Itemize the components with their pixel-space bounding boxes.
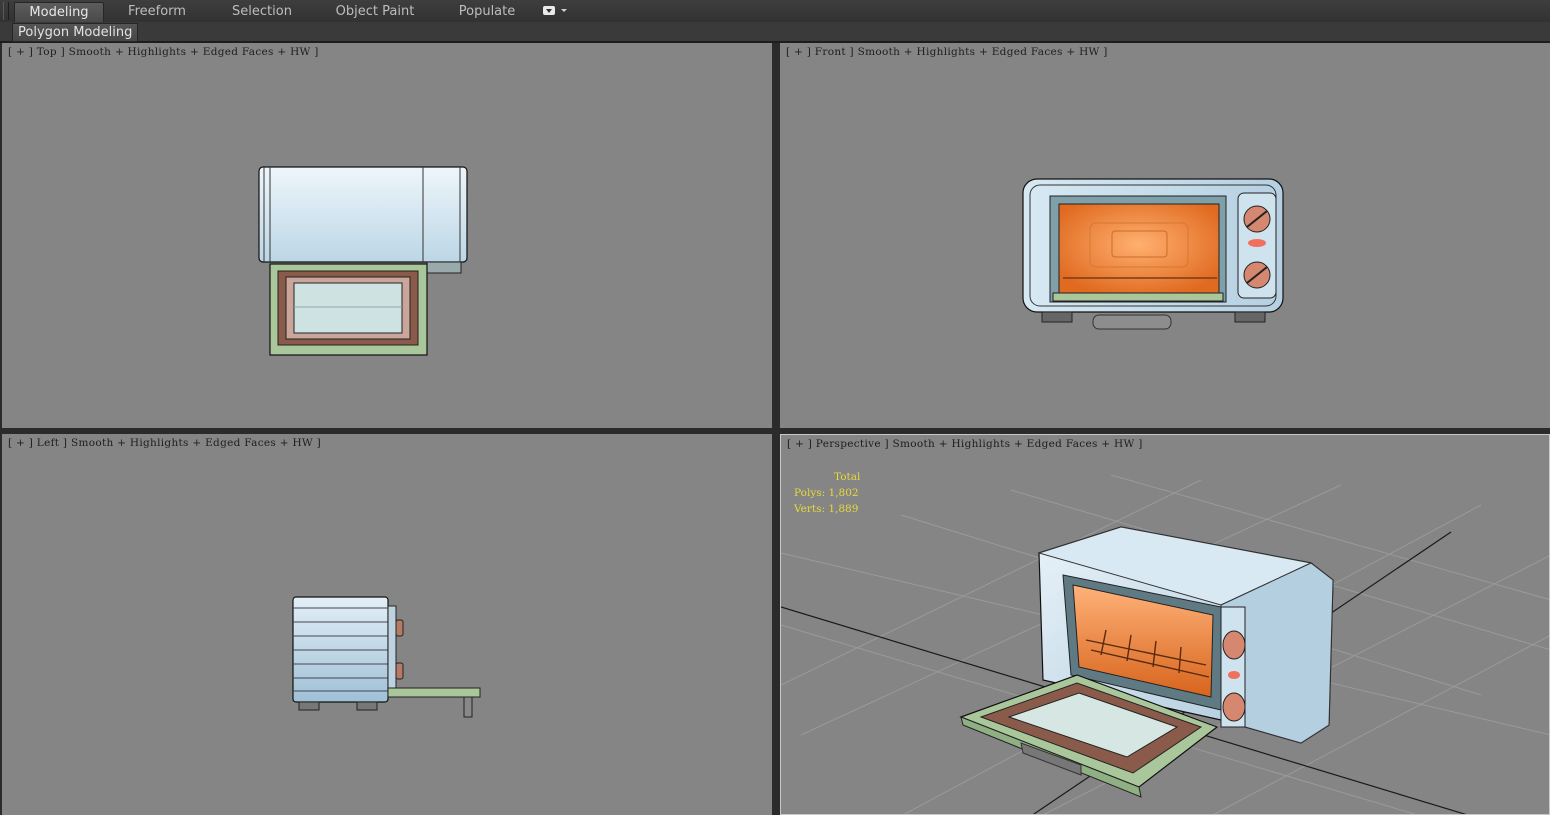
perspective-view-canvas: [781, 474, 1549, 814]
toaster-oven-left-model: [292, 596, 481, 718]
tab-object-paint[interactable]: Object Paint: [330, 2, 420, 21]
ribbon-options-dropdown[interactable]: [541, 4, 571, 19]
viewport-dropdown-icon: [543, 6, 555, 15]
left-view-canvas: [292, 596, 481, 718]
toaster-oven-front-model: [1022, 178, 1284, 330]
ribbon-tab-bar: Modeling Freeform Selection Object Paint…: [0, 0, 1550, 23]
ribbon-grip[interactable]: [3, 2, 9, 20]
tab-populate[interactable]: Populate: [452, 2, 522, 21]
toaster-oven-top-model: [258, 166, 468, 356]
chevron-down-icon: [561, 9, 567, 12]
viewport-top[interactable]: [ + ] Top ] Smooth + Highlights + Edged …: [2, 43, 772, 428]
polygon-modeling-panel-button[interactable]: Polygon Modeling: [12, 23, 139, 42]
toaster-oven-perspective-model: [959, 526, 1334, 798]
tab-selection[interactable]: Selection: [222, 2, 302, 21]
top-view-canvas: [258, 166, 468, 356]
viewport-front[interactable]: [ + ] Front ] Smooth + Highlights + Edge…: [780, 43, 1550, 428]
front-view-canvas: [1022, 178, 1284, 330]
tab-modeling[interactable]: Modeling: [14, 2, 104, 22]
ribbon-panel-bar: Polygon Modeling: [0, 22, 1550, 43]
viewport-left[interactable]: [ + ] Left ] Smooth + Highlights + Edged…: [2, 434, 772, 815]
tab-freeform[interactable]: Freeform: [118, 2, 196, 21]
viewport-perspective[interactable]: [ + ] Perspective ] Smooth + Highlights …: [780, 434, 1550, 815]
